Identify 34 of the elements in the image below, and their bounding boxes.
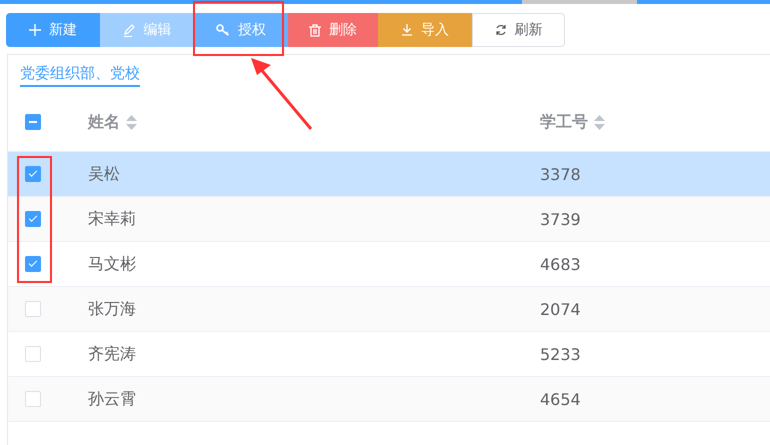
column-header: 学工号 [540, 112, 588, 132]
toolbar-button[interactable]: 刷新 [472, 13, 565, 47]
row-checkbox[interactable] [25, 256, 41, 272]
row-checkbox[interactable] [25, 211, 41, 227]
download-icon [401, 24, 413, 36]
row-checkbox[interactable] [25, 166, 41, 182]
table-cell: 宋幸莉 [88, 208, 136, 230]
key-icon [216, 24, 230, 36]
sort-icon[interactable] [594, 114, 605, 130]
table-row[interactable]: 宋幸莉 3739 [8, 197, 770, 242]
table-cell: 齐宪涛 [88, 344, 136, 364]
column-header: 姓名 [88, 112, 120, 132]
table-cell: 马文彬 [88, 254, 136, 274]
table-cell: 2074 [540, 300, 581, 318]
table-row[interactable]: 张万海 2074 [8, 287, 770, 332]
table-cell: 张万海 [88, 298, 136, 320]
toolbar-button[interactable]: 删除 [288, 13, 378, 47]
tab[interactable]: 党委组织部、党校 [20, 64, 140, 87]
select-all-checkbox[interactable] [25, 114, 41, 130]
sort-icon[interactable] [126, 114, 137, 130]
table-cell: 5233 [540, 344, 581, 364]
trash-icon [309, 24, 321, 36]
pencil-icon [122, 24, 136, 36]
toolbar-button[interactable]: 新建 [6, 13, 100, 47]
table-cell: 吴松 [88, 164, 120, 184]
table-row[interactable]: 孙云霄 4654 [8, 377, 770, 422]
table-cell: 4683 [540, 254, 581, 274]
table-cell: 4654 [540, 390, 581, 408]
table-row[interactable]: 吴松 3378 [8, 152, 770, 197]
refresh-icon [494, 24, 506, 36]
table-cell: 孙云霄 [88, 388, 136, 410]
table-cell: 3739 [540, 210, 581, 228]
plus-icon [29, 24, 41, 36]
table-cell: 3378 [540, 164, 581, 184]
